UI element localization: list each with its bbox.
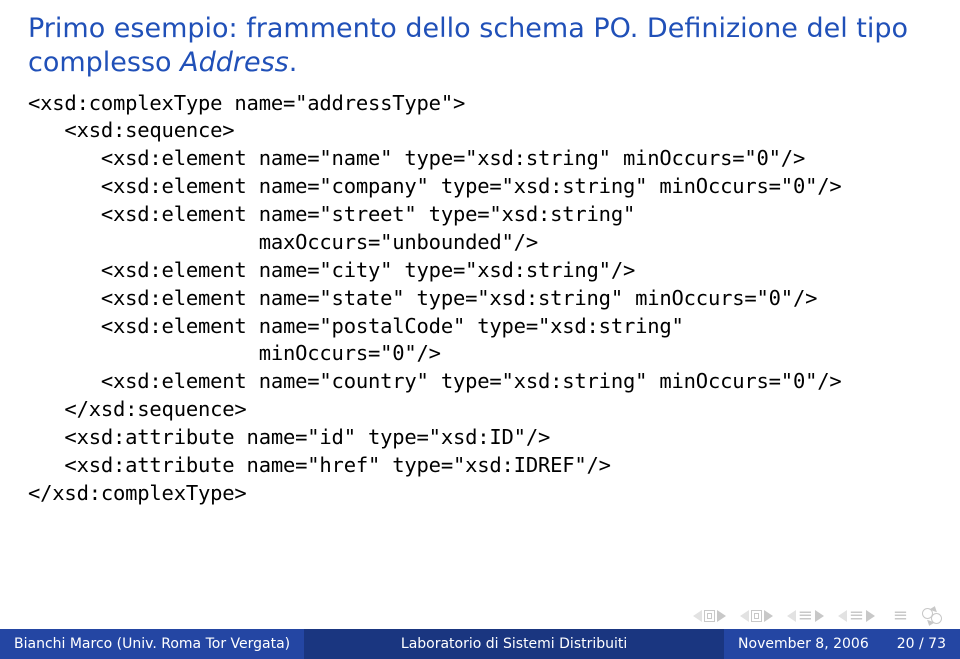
- loop-icon[interactable]: [922, 608, 942, 624]
- nav-prev-subsection-button[interactable]: ≡: [787, 607, 824, 625]
- triangle-right-icon: [717, 610, 726, 622]
- equiv-icon: ≡: [849, 607, 864, 625]
- title-text-end: .: [289, 47, 298, 78]
- title-text-plain: Primo esempio: frammento dello schema PO…: [28, 13, 908, 78]
- slide-footer: Bianchi Marco (Univ. Roma Tor Vergata) L…: [0, 629, 960, 659]
- footer-title: Laboratorio di Sistemi Distribuiti: [304, 629, 724, 659]
- footer-date: November 8, 2006: [724, 629, 883, 659]
- triangle-left-icon: [838, 610, 847, 622]
- slide-container: Primo esempio: frammento dello schema PO…: [0, 0, 960, 659]
- slide-title: Primo esempio: frammento dello schema PO…: [28, 12, 932, 80]
- equiv-icon: ≡: [893, 607, 908, 625]
- title-text-italic: Address: [180, 47, 289, 78]
- miniframe-icon: [751, 610, 762, 622]
- slide-content: Primo esempio: frammento dello schema PO…: [0, 0, 960, 629]
- miniframe-icon: [704, 610, 715, 622]
- footer-author: Bianchi Marco (Univ. Roma Tor Vergata): [0, 629, 304, 659]
- code-block: <xsd:complexType name="addressType"> <xs…: [28, 90, 932, 508]
- nav-prev-section-button[interactable]: ≡: [838, 607, 875, 625]
- triangle-left-icon: [693, 610, 702, 622]
- triangle-right-icon: [866, 610, 875, 622]
- footer-page: 20 / 73: [883, 629, 960, 659]
- beamer-nav-row: ≡ ≡ ≡: [693, 607, 942, 625]
- triangle-right-icon: [815, 610, 824, 622]
- nav-prev-frame-button[interactable]: [740, 610, 773, 622]
- triangle-left-icon: [740, 610, 749, 622]
- triangle-right-icon: [764, 610, 773, 622]
- equiv-icon: ≡: [798, 607, 813, 625]
- triangle-left-icon: [787, 610, 796, 622]
- nav-prev-slide-button[interactable]: [693, 610, 726, 622]
